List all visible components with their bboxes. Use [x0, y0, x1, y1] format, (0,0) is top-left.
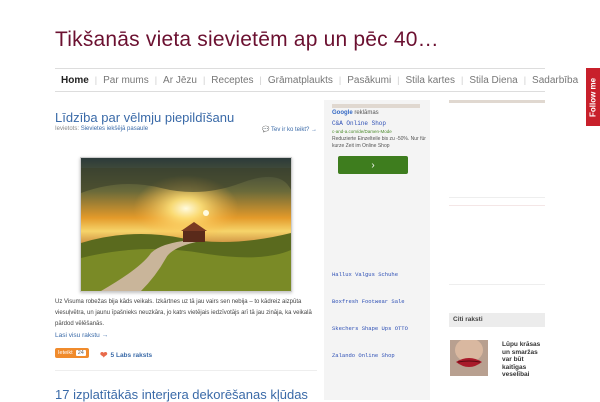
post-hero-image[interactable] [80, 157, 292, 292]
google-ad: Google reklāmas C&A Online Shop c-and-a.… [332, 110, 428, 174]
ad-title-link[interactable]: C&A Online Shop [332, 120, 428, 127]
post-excerpt: Uz Visuma robežas bija kāds veikals. Izk… [55, 299, 312, 327]
other-post-thumbnail[interactable] [450, 340, 488, 376]
follow-me-tab[interactable]: Follow me [586, 68, 600, 126]
like-label: 5 Labs raksts [110, 352, 153, 359]
post-divider [55, 370, 317, 371]
sunset-landscape-image [81, 158, 291, 291]
post-title[interactable]: Līdzība par vēlmju piepildīšanu [55, 110, 234, 125]
lips-photo [450, 340, 488, 376]
nav-receptes[interactable]: Receptes [205, 75, 259, 86]
nav-stila-diena[interactable]: Stila Diena [463, 75, 523, 86]
nav-stila-kartes[interactable]: Stila kartes [400, 75, 461, 86]
comments-link[interactable]: 💬 Tev ir ko teikt? → [262, 126, 317, 133]
nav-ar-jezu[interactable]: Ar Jēzu [157, 75, 203, 86]
comments-link-label: Tev ir ko teikt? → [270, 127, 317, 133]
nav-home[interactable]: Home [55, 75, 95, 86]
google-ads-label: Google reklāmas [332, 110, 428, 116]
nav-sadarbiba[interactable]: Sadarbība [526, 75, 584, 86]
right-separator [449, 197, 545, 198]
speech-bubble-icon: 💬 [261, 127, 270, 133]
google-ads-suffix: reklāmas [354, 110, 379, 116]
main-nav: Home | Par mums | Ar Jēzu | Receptes | G… [55, 68, 578, 92]
recommend-label: Ieteikt [58, 350, 73, 356]
other-post-link[interactable]: Lūpu krāsas un smaržas var būt kaitīgas … [502, 341, 548, 379]
ad-link[interactable]: Zalando Online Shop [332, 353, 428, 380]
ad-link[interactable]: Hallux Valgus Schuhe [332, 272, 428, 299]
ad-column-topbar [332, 104, 420, 108]
read-more-link[interactable]: Lasi visu rakstu → [55, 332, 108, 339]
meta-prefix: Ievietots: [55, 126, 80, 132]
recommend-button[interactable]: Ieteikt 24 [55, 348, 89, 358]
ad-link[interactable]: Skechers Shape Ups OTTO [332, 326, 428, 353]
chevron-right-icon: › [371, 159, 375, 171]
nav-pasakumi[interactable]: Pasākumi [341, 75, 397, 86]
ad-url[interactable]: c-and-a.com/de/Damen-Mode [332, 129, 428, 134]
ad-description: Reduzierte Einzelteile bis zu -50%. Nur … [332, 136, 426, 149]
other-posts-header: Citi raksti [449, 313, 545, 327]
post-meta: Ievietots: Sievietes iekšējā pasaule 💬 T… [55, 126, 317, 133]
like-link[interactable]: ❤ 5 Labs raksts [100, 350, 152, 361]
recommend-count: 24 [75, 350, 86, 356]
nav-par-mums[interactable]: Par mums [97, 75, 155, 86]
ad-link-list: Hallux Valgus Schuhe Boxfresh Footwear S… [332, 272, 428, 380]
site-title[interactable]: Tikšanās vieta sievietēm ap un pēc 40… [55, 28, 439, 52]
ad-go-button[interactable]: › [338, 156, 408, 174]
nav-gramatplaukts[interactable]: Grāmatplaukts [262, 75, 339, 86]
heart-icon: ❤ [100, 350, 108, 360]
post-category-link[interactable]: Sievietes iekšējā pasaule [81, 126, 148, 132]
ad-link[interactable]: Boxfresh Footwear Sale [332, 299, 428, 326]
google-logo: Google [332, 110, 353, 116]
right-separator [449, 205, 545, 206]
right-column-topbar [449, 100, 545, 103]
right-separator [449, 284, 545, 285]
